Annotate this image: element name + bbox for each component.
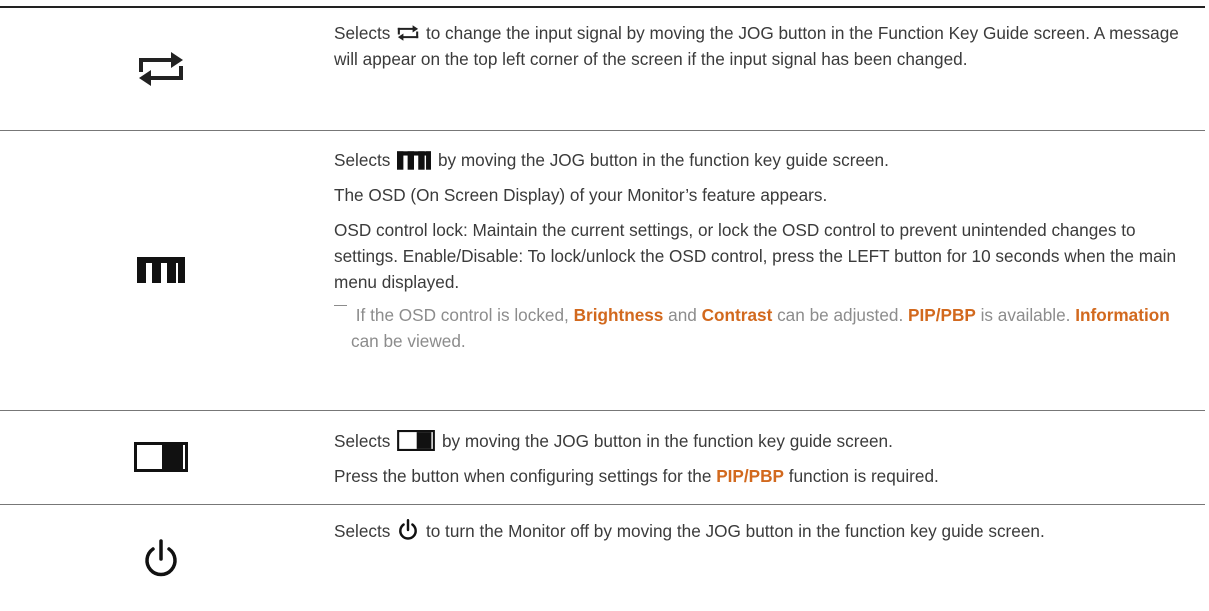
description-cell: Selects to turn the Monitor off by movin… (334, 518, 1194, 541)
pip-pbp-icon (397, 430, 436, 451)
note-text: If the OSD control is locked, Brightness… (334, 302, 1194, 354)
description-text: Selects by moving the JOG button in the … (334, 428, 1194, 454)
menu-grid-icon (137, 257, 185, 283)
text-fragment: by moving the JOG button in the function… (437, 150, 889, 170)
highlight-term: Brightness (573, 305, 664, 325)
text-fragment: can be adjusted. (777, 305, 904, 325)
text-fragment: by moving the JOG button in the function… (441, 431, 893, 451)
description-text: Selects to turn the Monitor off by movin… (334, 518, 1194, 541)
icon-cell (0, 505, 322, 611)
text-fragment: Selects (334, 150, 391, 170)
text-fragment: Selects (334, 23, 391, 43)
text-fragment: function is required. (788, 466, 939, 486)
highlight-term: PIP/PBP (716, 466, 785, 486)
highlight-term: PIP/PBP (908, 305, 976, 325)
description-text: Selects to change the input signal by mo… (334, 20, 1194, 72)
input-source-arrows-icon (139, 52, 183, 86)
input-source-arrows-icon (397, 25, 419, 41)
pip-pbp-icon (134, 442, 188, 472)
description-text: The OSD (On Screen Display) of your Moni… (334, 185, 828, 205)
text-fragment: to change the input signal by moving the… (334, 23, 1179, 69)
icon-cell (0, 8, 322, 130)
text-fragment: to turn the Monitor off by moving the JO… (425, 521, 1045, 541)
description-text: OSD control lock: Maintain the current s… (334, 220, 1177, 292)
description-text: Selects by moving the JOG button in the … (334, 147, 1194, 173)
note-dash-icon (334, 305, 347, 306)
text-fragment: Press the button when configuring settin… (334, 466, 712, 486)
text-fragment: and (668, 305, 697, 325)
table-row-power: Selects to turn the Monitor off by movin… (0, 505, 1205, 611)
power-icon (145, 539, 177, 577)
menu-grid-icon (397, 151, 432, 170)
description-cell: Selects by moving the JOG button in the … (334, 428, 1194, 489)
description-cell: Selects by moving the JOG button in the … (334, 147, 1194, 354)
text-fragment: Selects (334, 521, 391, 541)
power-icon (399, 518, 418, 540)
table-row-pip-pbp: Selects by moving the JOG button in the … (0, 411, 1205, 503)
description-text: Press the button when configuring settin… (334, 463, 1194, 489)
highlight-term: Contrast (701, 305, 773, 325)
highlight-term: Information (1075, 305, 1170, 325)
table-row-menu: Selects by moving the JOG button in the … (0, 131, 1205, 409)
text-fragment: Selects (334, 431, 391, 451)
text-fragment: is available. (980, 305, 1071, 325)
icon-cell (0, 131, 322, 409)
table-row-input-source: Selects to change the input signal by mo… (0, 8, 1205, 130)
text-fragment: can be viewed. (351, 331, 466, 351)
icon-cell (0, 411, 322, 503)
text-fragment: If the OSD control is locked, (355, 305, 569, 325)
description-cell: Selects to change the input signal by mo… (334, 20, 1194, 72)
